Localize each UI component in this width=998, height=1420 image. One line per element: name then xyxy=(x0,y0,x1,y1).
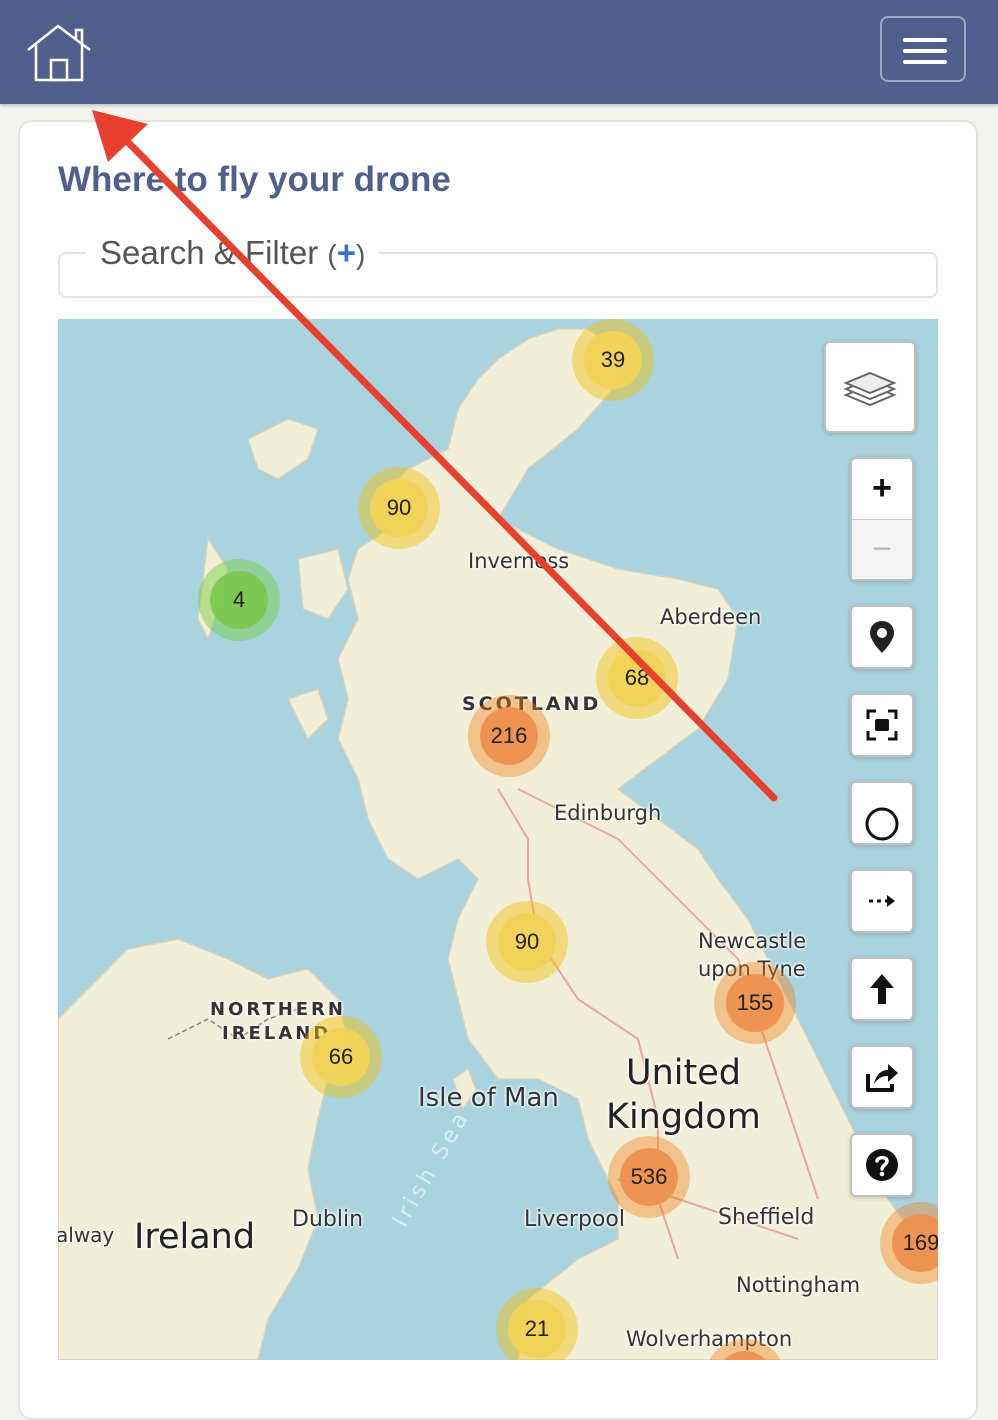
page-title: Where to fly your drone xyxy=(58,160,451,199)
cluster-marker[interactable]: 216 xyxy=(468,695,550,777)
cluster-count: 90 xyxy=(370,479,428,537)
zoom-control: + − xyxy=(850,457,914,581)
cluster-marker[interactable]: 4 xyxy=(198,559,280,641)
place-label-aberdeen: Aberdeen xyxy=(660,605,762,629)
locate-button[interactable] xyxy=(850,605,914,669)
expand-plus-icon[interactable]: + xyxy=(337,234,356,271)
map-pin-icon xyxy=(870,621,894,653)
cluster-marker[interactable]: 90 xyxy=(486,901,568,983)
dashed-arrow-icon xyxy=(869,895,895,907)
menu-bar xyxy=(903,49,947,53)
hebrides-island xyxy=(247,418,319,480)
hamburger-menu-button[interactable] xyxy=(880,16,966,82)
search-filter-open-paren: ( xyxy=(327,239,337,270)
place-label-inverness: Inverness xyxy=(468,549,570,573)
up-arrow-icon xyxy=(870,974,894,1004)
cluster-count: 21 xyxy=(508,1300,566,1358)
place-label-newcastle: Newcastle xyxy=(698,929,807,953)
place-label-galway: alway xyxy=(58,1223,115,1247)
share-icon xyxy=(866,1064,898,1092)
search-filter-label: Search & Filter xyxy=(100,234,319,271)
cluster-count: 216 xyxy=(480,707,538,765)
fullscreen-button[interactable] xyxy=(850,693,914,757)
north-up-button[interactable] xyxy=(850,957,914,1021)
help-button[interactable] xyxy=(850,1133,914,1197)
cluster-count: 39 xyxy=(584,331,642,389)
cluster-count: 90 xyxy=(498,913,556,971)
menu-bar xyxy=(903,38,947,42)
islay-island xyxy=(286,688,329,741)
map-view[interactable]: Inverness Aberdeen SCOTLAND Edinburgh Ne… xyxy=(58,319,938,1360)
cluster-count: 536 xyxy=(620,1148,678,1206)
search-filter-toggle[interactable]: Search & Filter (+) xyxy=(86,234,380,272)
share-button[interactable] xyxy=(850,1045,914,1109)
map-basemap xyxy=(58,328,938,1360)
place-label-united: United xyxy=(626,1053,741,1093)
place-label-kingdom: Kingdom xyxy=(606,1097,761,1137)
skye-island xyxy=(297,548,349,620)
place-label-liverpool: Liverpool xyxy=(524,1207,625,1232)
place-label-northern: NORTHERN xyxy=(210,999,346,1020)
cluster-marker[interactable]: 90 xyxy=(358,467,440,549)
home-button[interactable] xyxy=(24,22,94,84)
draw-circle-button[interactable] xyxy=(850,781,914,845)
place-label-isle-of-man: Isle of Man xyxy=(418,1083,559,1113)
circle-icon xyxy=(865,807,899,841)
place-label-edinburgh: Edinburgh xyxy=(554,801,662,825)
top-navigation-bar xyxy=(0,0,998,104)
place-label-ireland: Ireland xyxy=(134,1217,256,1257)
search-filter-close-paren: ) xyxy=(356,239,366,270)
layers-button[interactable] xyxy=(824,341,916,433)
cluster-count: 169 xyxy=(892,1214,938,1272)
cluster-count: 777 xyxy=(716,1351,774,1360)
cluster-marker[interactable]: 39 xyxy=(572,319,654,401)
cluster-count: 66 xyxy=(312,1028,370,1086)
help-icon xyxy=(866,1149,898,1181)
cluster-marker[interactable]: 21 xyxy=(496,1288,578,1360)
cluster-count: 68 xyxy=(608,649,666,707)
zoom-in-button[interactable]: + xyxy=(852,459,912,520)
layers-icon xyxy=(843,371,897,407)
cluster-marker[interactable]: 155 xyxy=(714,962,796,1044)
fullscreen-icon xyxy=(866,709,898,741)
place-label-nottingham: Nottingham xyxy=(736,1273,861,1297)
zoom-out-button[interactable]: − xyxy=(852,519,912,579)
cluster-marker[interactable]: 68 xyxy=(596,637,678,719)
draw-route-button[interactable] xyxy=(850,869,914,933)
home-icon xyxy=(27,24,91,82)
menu-bar xyxy=(903,60,947,64)
cluster-marker[interactable]: 536 xyxy=(608,1136,690,1218)
place-label-dublin: Dublin xyxy=(292,1207,364,1232)
place-label-sheffield: Sheffield xyxy=(718,1205,815,1230)
cluster-marker[interactable]: 66 xyxy=(300,1016,382,1098)
cluster-count: 155 xyxy=(726,974,784,1032)
cluster-count: 4 xyxy=(210,571,268,629)
